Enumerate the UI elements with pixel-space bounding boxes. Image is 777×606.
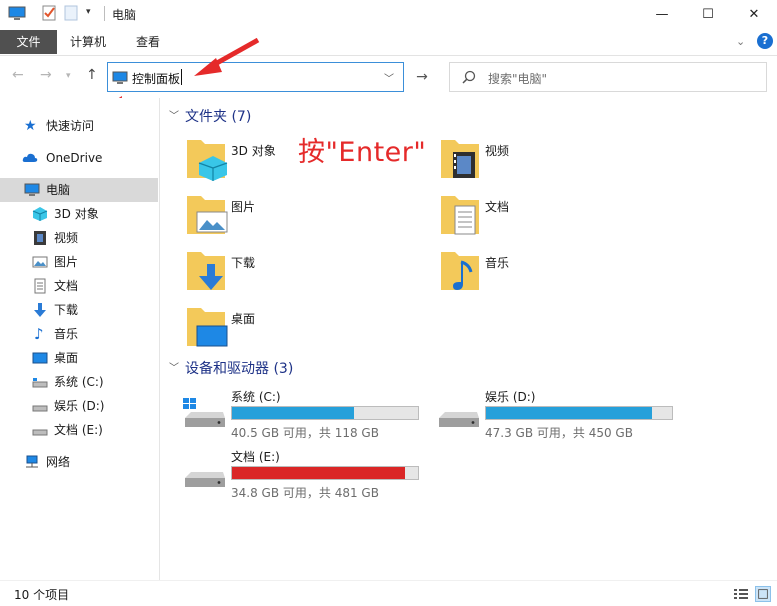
drive-icon [32, 378, 48, 388]
recent-locations-icon[interactable]: ▾ [66, 71, 71, 81]
download-folder-icon [187, 252, 225, 290]
drive-usage-bar [231, 406, 419, 420]
back-arrow-icon[interactable]: ← [12, 67, 24, 83]
drive-usage-bar [485, 406, 673, 420]
drive-e[interactable]: 文档 (E:) 34.8 GB 可用，共 481 GB [183, 448, 433, 504]
cloud-icon [22, 153, 38, 162]
sidebar-item-drive-d[interactable]: 娱乐 (D:) [0, 394, 158, 418]
folder-videos[interactable]: 视频 [439, 134, 679, 184]
document-folder-icon [441, 196, 479, 235]
details-view-icon[interactable] [733, 586, 749, 602]
up-arrow-icon[interactable]: ↑ [86, 67, 98, 83]
folder-pictures[interactable]: 图片 [185, 190, 425, 240]
drive-icon [439, 412, 479, 427]
drive-icon [32, 405, 48, 412]
cube-icon [32, 207, 48, 221]
drive-d[interactable]: 娱乐 (D:) 47.3 GB 可用，共 450 GB [437, 388, 687, 444]
sidebar-item-onedrive[interactable]: OneDrive [0, 146, 158, 170]
picture-icon [32, 256, 48, 268]
status-bar: 10 个项目 [0, 580, 777, 606]
folder-documents[interactable]: 文档 [439, 190, 679, 240]
document-icon [34, 278, 46, 294]
drives-group-header[interactable]: ﹀ 设备和驱动器 (3) [169, 358, 293, 380]
drive-usage-fill [232, 467, 405, 479]
content-pane: ﹀ 文件夹 (7) 3D 对象 视频 图片 文档 下载 音乐 桌面 ﹀ 设备和驱… [161, 98, 777, 580]
drive-usage-bar [231, 466, 419, 480]
navigation-bar: ← → ▾ ↑ 控制面板 ﹀ → 搜索"电脑" [0, 56, 777, 98]
item-count: 10 个项目 [14, 588, 70, 602]
instruction-annotation: 按"Enter" [298, 137, 427, 168]
chevron-down-icon[interactable]: ﹀ [384, 70, 394, 85]
title-bar: ▾ 电脑 — ☐ ✕ [0, 0, 777, 28]
minimize-button[interactable]: — [639, 0, 685, 28]
text-cursor [181, 69, 182, 85]
tab-computer[interactable]: 计算机 [58, 30, 118, 54]
music-icon: ♪ [34, 325, 44, 343]
sidebar-item-drive-c[interactable]: 系统 (C:) [0, 370, 158, 394]
address-input[interactable]: 控制面板 [132, 70, 180, 87]
sidebar-item-pictures[interactable]: 图片 [0, 250, 158, 274]
drive-usage-fill [486, 407, 653, 419]
chevron-down-icon[interactable]: ﹀ [169, 106, 179, 128]
properties-icon[interactable] [40, 4, 58, 22]
search-input[interactable]: 搜索"电脑" [449, 62, 767, 92]
folder-desktop[interactable]: 桌面 [185, 302, 425, 352]
maximize-button[interactable]: ☐ [685, 0, 731, 28]
go-button[interactable]: → [408, 62, 436, 92]
film-icon [34, 231, 46, 245]
sidebar-item-desktop[interactable]: 桌面 [0, 346, 158, 370]
tab-file[interactable]: 文件 [0, 30, 57, 54]
folders-group-header[interactable]: ﹀ 文件夹 (7) [169, 106, 251, 128]
sidebar-item-network[interactable]: 网络 [0, 450, 158, 474]
picture-folder-icon [187, 196, 228, 234]
folder-music[interactable]: 音乐 [439, 246, 679, 296]
sidebar-item-videos[interactable]: 视频 [0, 226, 158, 250]
computer-icon [24, 183, 40, 196]
chevron-down-icon[interactable]: ﹀ [169, 358, 179, 380]
drive-c[interactable]: 系统 (C:) 40.5 GB 可用，共 118 GB [183, 388, 433, 444]
sidebar-item-music[interactable]: ♪ 音乐 [0, 322, 158, 346]
computer-icon [112, 71, 128, 84]
video-folder-icon [441, 140, 479, 178]
sidebar-item-quick-access[interactable]: ★ 快速访问 [0, 114, 158, 138]
drive-icon [32, 429, 48, 436]
drive-usage-fill [232, 407, 355, 419]
address-bar[interactable]: 控制面板 ﹀ [107, 62, 404, 92]
help-icon[interactable]: ? [757, 33, 773, 49]
title-separator [104, 6, 105, 21]
sidebar-item-documents[interactable]: 文档 [0, 274, 158, 298]
navigation-pane: ★ 快速访问 OneDrive 电脑 3D 对象 视频 图片 文档 下载 ♪ 音… [0, 98, 160, 580]
network-icon [26, 455, 38, 468]
close-button[interactable]: ✕ [731, 0, 777, 28]
desktop-icon [32, 352, 48, 364]
chevron-down-icon[interactable]: ⌄ [736, 35, 745, 48]
large-icons-view-icon[interactable] [755, 586, 771, 602]
sidebar-item-this-pc[interactable]: 电脑 [0, 178, 158, 202]
computer-icon[interactable] [8, 4, 26, 22]
desktop-folder-icon [187, 308, 228, 347]
star-icon: ★ [24, 118, 37, 134]
sidebar-item-downloads[interactable]: 下载 [0, 298, 158, 322]
sidebar-item-3d-objects[interactable]: 3D 对象 [0, 202, 158, 226]
forward-arrow-icon[interactable]: → [40, 67, 52, 83]
cube-folder-icon [187, 140, 228, 181]
window-title: 电脑 [112, 8, 137, 22]
download-icon [34, 303, 46, 317]
search-icon [462, 70, 476, 84]
music-folder-icon [441, 252, 479, 290]
drive-icon [185, 472, 225, 487]
sidebar-item-drive-e[interactable]: 文档 (E:) [0, 418, 158, 442]
new-folder-icon[interactable] [62, 4, 80, 22]
quick-access-dropdown-icon[interactable]: ▾ [86, 7, 91, 17]
ribbon-tabs: 文件 计算机 查看 ⌄ ? [0, 28, 777, 56]
search-placeholder: 搜索"电脑" [488, 72, 548, 86]
folder-downloads[interactable]: 下载 [185, 246, 425, 296]
tab-view[interactable]: 查看 [124, 30, 172, 54]
system-drive-icon [183, 398, 225, 427]
